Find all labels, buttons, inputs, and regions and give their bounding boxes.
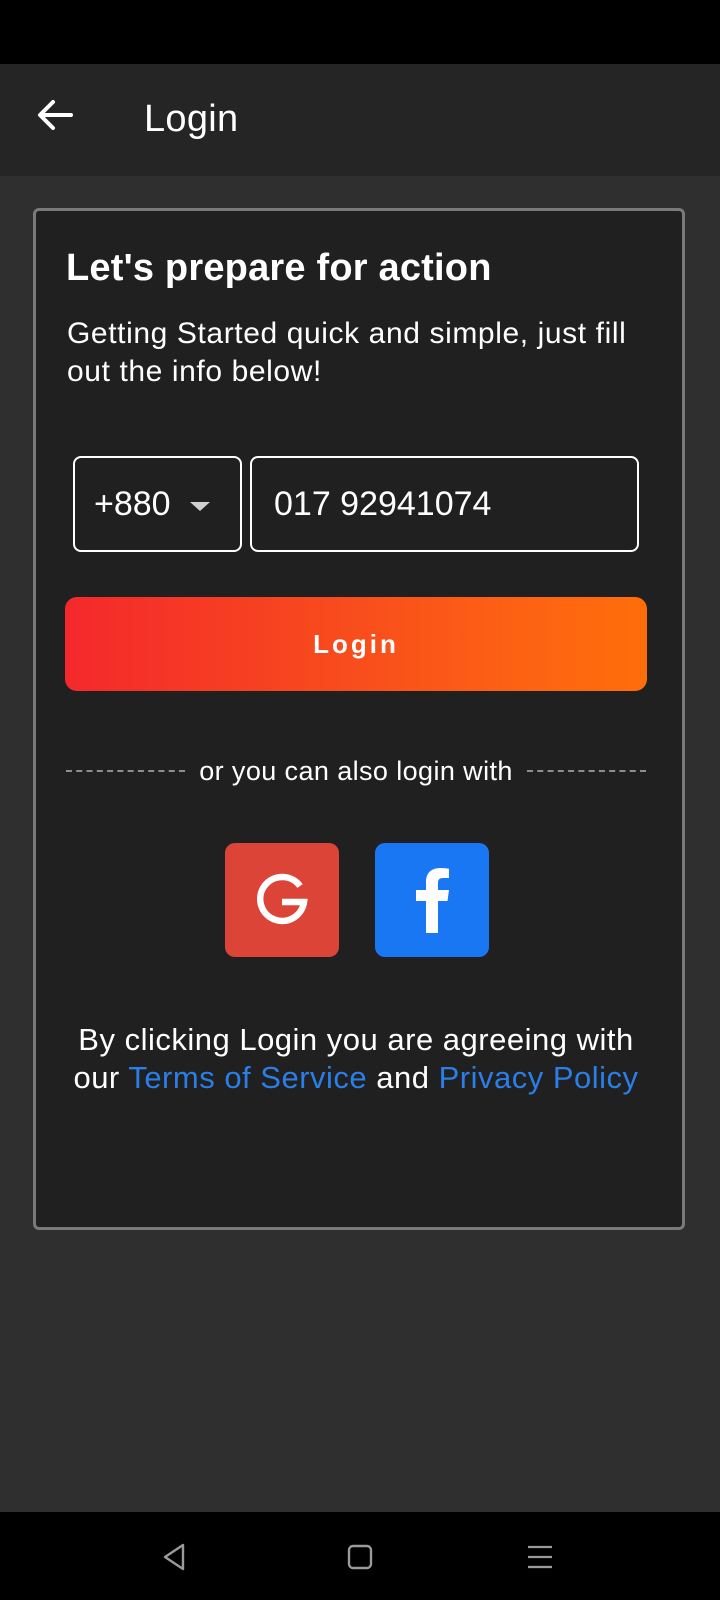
- arrow-left-icon: [38, 100, 73, 130]
- divider-line-left: [66, 770, 186, 772]
- privacy-policy-link[interactable]: Privacy Policy: [439, 1060, 639, 1095]
- status-bar: [0, 0, 720, 64]
- login-button[interactable]: Login: [65, 597, 647, 691]
- triangle-back-icon: [163, 1543, 185, 1571]
- legal-notice: By clicking Login you are agreeing with …: [56, 1021, 656, 1097]
- phone-number-input[interactable]: 017 92941074: [250, 456, 639, 552]
- terms-of-service-link[interactable]: Terms of Service: [128, 1060, 367, 1095]
- caret-down-icon: [190, 502, 210, 511]
- login-card: Let's prepare for action Getting Started…: [33, 208, 685, 1230]
- country-code-value: +880: [94, 484, 171, 523]
- nav-back-button[interactable]: [150, 1532, 200, 1582]
- card-heading: Let's prepare for action: [66, 247, 492, 289]
- google-login-button[interactable]: [225, 843, 339, 957]
- card-subtitle: Getting Started quick and simple, just f…: [67, 317, 627, 388]
- facebook-login-button[interactable]: [375, 843, 489, 957]
- system-nav-bar: [0, 1512, 720, 1600]
- google-g-icon: [257, 873, 308, 925]
- app-bar: Login: [0, 64, 720, 176]
- nav-menu-button[interactable]: [515, 1532, 565, 1582]
- phone-number-value: 017 92941074: [274, 484, 492, 523]
- facebook-f-icon: [416, 868, 449, 933]
- country-code-select[interactable]: +880: [73, 456, 242, 552]
- social-divider: or you can also login with: [66, 751, 647, 791]
- page-title: Login: [144, 98, 239, 140]
- divider-text: or you can also login with: [199, 755, 513, 786]
- square-home-icon: [347, 1544, 373, 1570]
- login-button-label: Login: [313, 628, 399, 659]
- nav-home-button[interactable]: [335, 1532, 385, 1582]
- three-lines-menu-icon: [528, 1545, 552, 1569]
- divider-line-right: [526, 770, 647, 772]
- legal-text-between: and: [367, 1060, 439, 1095]
- back-button[interactable]: [30, 90, 80, 140]
